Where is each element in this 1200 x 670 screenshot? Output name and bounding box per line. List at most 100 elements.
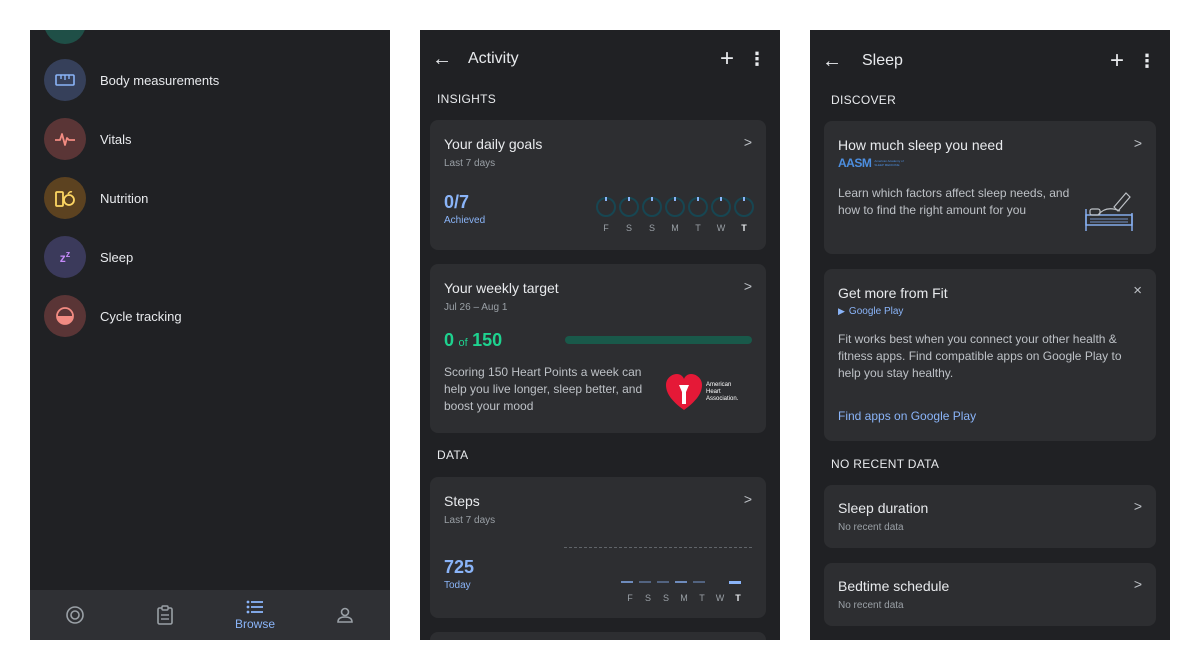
- steps-goal-line: [564, 547, 752, 548]
- category-cycle-tracking[interactable]: Cycle tracking: [44, 294, 182, 338]
- goal-days: F S S M T W T: [596, 223, 754, 233]
- chevron-right-icon: >: [1133, 135, 1142, 151]
- how-much-sleep-card[interactable]: How much sleep you need > AASM American …: [824, 121, 1156, 254]
- activity-screen: ← Activity + ⋮ INSIGHTS Your daily goals…: [420, 30, 780, 640]
- steps-bar: [711, 581, 723, 583]
- day-label: T: [699, 593, 705, 603]
- day-label: F: [603, 223, 609, 233]
- category-body-measurements[interactable]: Body measurements: [44, 58, 219, 102]
- card-subtitle: No recent data: [838, 600, 904, 611]
- aha-line1: American: [706, 381, 732, 388]
- goal-ring: [688, 197, 708, 217]
- section-data: DATA: [437, 448, 469, 462]
- journal-icon: [157, 605, 173, 625]
- add-icon[interactable]: +: [1110, 47, 1124, 75]
- card-subtitle: Jul 26 – Aug 1: [444, 302, 508, 313]
- day-label: S: [648, 223, 655, 233]
- steps-card[interactable]: Steps Last 7 days > 725 Today F S S M T …: [430, 477, 766, 618]
- category-vitals[interactable]: Vitals: [44, 117, 132, 161]
- nav-home[interactable]: [40, 605, 110, 625]
- section-no-recent-data: NO RECENT DATA: [831, 457, 940, 471]
- goal-ring: [711, 197, 731, 217]
- chevron-right-icon: >: [743, 491, 752, 507]
- section-discover: DISCOVER: [831, 93, 897, 107]
- steps-bar: [675, 581, 687, 583]
- goal-ring: [619, 197, 639, 217]
- source-label: Google Play: [848, 306, 904, 317]
- aha-line2: Heart: [706, 388, 721, 395]
- chevron-right-icon: >: [743, 134, 752, 150]
- weekly-target-description: Scoring 150 Heart Points a week can help…: [444, 365, 643, 413]
- aasm-logo: AASM American Academy of SLEEP MEDICINE: [838, 156, 906, 170]
- next-card-partial[interactable]: [430, 632, 766, 640]
- aasm-brand: AASM: [838, 156, 872, 170]
- chevron-right-icon: >: [1133, 498, 1142, 514]
- back-arrow-icon[interactable]: ←: [822, 50, 842, 73]
- add-icon[interactable]: +: [720, 45, 734, 73]
- goal-ring: [642, 197, 662, 217]
- day-label: M: [671, 223, 679, 233]
- home-ring-icon: [66, 606, 84, 624]
- get-more-from-fit-card: Get more from Fit × ▶ Google Play Fit wo…: [824, 269, 1156, 441]
- close-icon[interactable]: ×: [1133, 282, 1142, 299]
- heart-points-value: 0 of 150: [444, 330, 502, 351]
- page-title: Sleep: [862, 52, 903, 69]
- category-label: Sleep: [100, 249, 134, 265]
- category-label: Body measurements: [100, 72, 220, 88]
- aha-heart-icon: [666, 374, 702, 410]
- day-label-today: T: [735, 593, 741, 603]
- chevron-right-icon: >: [743, 278, 752, 294]
- daily-goals-card[interactable]: Your daily goals Last 7 days > 0/7 Achie…: [430, 120, 766, 250]
- day-label: T: [695, 223, 701, 233]
- goal-ring: [596, 197, 616, 217]
- steps-bar: [657, 581, 669, 583]
- activity-app-bar: ← Activity + ⋮: [420, 30, 780, 88]
- goals-label: Achieved: [444, 215, 486, 226]
- bedtime-schedule-card[interactable]: Bedtime schedule No recent data >: [824, 563, 1156, 626]
- card-title: Your weekly target: [444, 280, 559, 296]
- google-play-source: ▶ Google Play: [838, 306, 903, 317]
- chevron-right-icon: >: [1133, 576, 1142, 592]
- american-heart-association-logo: American Heart Association.: [666, 372, 738, 412]
- category-sleep[interactable]: zz Sleep: [44, 235, 133, 279]
- goals-value: 0/7: [444, 192, 470, 212]
- more-vert-icon[interactable]: ⋮: [1138, 51, 1156, 72]
- card-title: Steps: [444, 493, 480, 509]
- more-vert-icon[interactable]: ⋮: [748, 49, 766, 70]
- card-subtitle: No recent data: [838, 522, 904, 533]
- nav-browse-label: Browse: [234, 616, 275, 631]
- weekly-target-card[interactable]: Your weekly target Jul 26 – Aug 1 > 0 of…: [430, 264, 766, 433]
- steps-today: 725 Today: [444, 557, 474, 591]
- day-label: S: [625, 223, 632, 233]
- category-nutrition[interactable]: Nutrition: [44, 176, 148, 220]
- nav-profile[interactable]: [310, 606, 380, 624]
- card-title: Bedtime schedule: [838, 578, 950, 594]
- card-title: Sleep duration: [838, 500, 929, 516]
- nav-journal[interactable]: [130, 605, 200, 625]
- heart-points-progress-bar: [565, 336, 752, 344]
- points-target: 150: [472, 330, 503, 350]
- card-title: How much sleep you need: [838, 137, 1003, 153]
- sleep-screen: ← Sleep + ⋮ DISCOVER How much sleep you …: [810, 30, 1170, 640]
- sleep-app-bar: ← Sleep + ⋮: [810, 30, 1170, 92]
- zzz-icon: zz: [44, 236, 86, 278]
- nav-browse[interactable]: Browse: [220, 600, 290, 631]
- steps-bar: [693, 581, 705, 583]
- goal-ring: [665, 197, 685, 217]
- browse-list-icon: [246, 600, 263, 613]
- points-current: 0: [444, 330, 455, 350]
- find-apps-link[interactable]: Find apps on Google Play: [838, 409, 976, 423]
- back-arrow-icon[interactable]: ←: [432, 48, 452, 71]
- browse-screen: Body measurements Vitals Nutrition zz Sl…: [30, 30, 390, 640]
- steps-value: 725: [444, 557, 475, 577]
- day-label: S: [644, 593, 651, 603]
- sleep-duration-card[interactable]: Sleep duration No recent data >: [824, 485, 1156, 548]
- points-of: of: [458, 337, 468, 349]
- partial-category-icon: [44, 30, 86, 44]
- section-insights: INSIGHTS: [437, 92, 497, 106]
- goal-rings: [596, 197, 754, 217]
- category-label: Cycle tracking: [100, 308, 182, 324]
- card-title: Your daily goals: [444, 136, 543, 152]
- goals-achieved: 0/7 Achieved: [444, 192, 485, 226]
- how-much-sleep-description: Learn which factors affect sleep needs, …: [838, 186, 1070, 217]
